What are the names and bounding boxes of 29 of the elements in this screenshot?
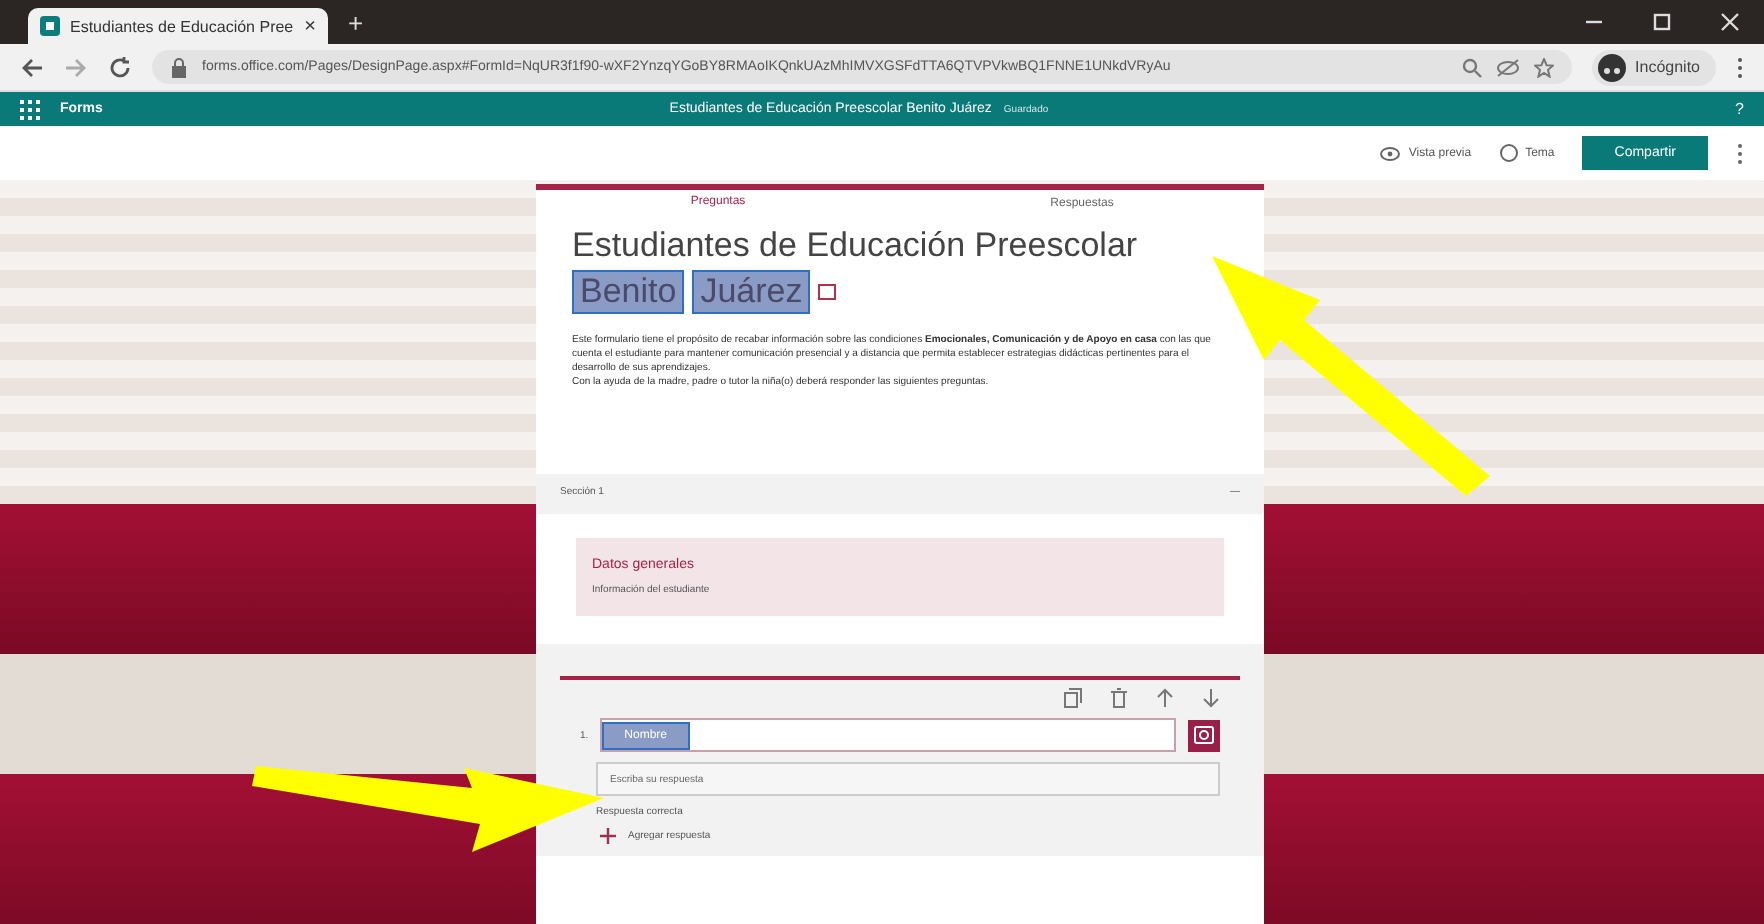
form-title[interactable]: Estudiantes de Educación Preescolar xyxy=(572,226,1138,266)
maximize-icon[interactable] xyxy=(1652,12,1672,32)
browser-tab[interactable]: Estudiantes de Educación Pree × xyxy=(28,8,328,44)
tab-title: Estudiantes de Educación Pree xyxy=(70,17,295,35)
new-tab-button[interactable]: + xyxy=(348,7,364,37)
more-options-icon[interactable] xyxy=(1736,141,1744,165)
reload-icon[interactable] xyxy=(108,55,132,79)
insert-image-button[interactable] xyxy=(1188,719,1220,751)
back-arrow-icon[interactable] xyxy=(20,55,44,79)
forms-logo-icon[interactable] xyxy=(40,16,60,36)
eye-icon[interactable] xyxy=(1380,145,1401,161)
image-icon[interactable] xyxy=(818,284,837,300)
palette-icon[interactable] xyxy=(1499,144,1518,162)
more-options-icon[interactable] xyxy=(1736,55,1744,79)
app-launcher-icon[interactable] xyxy=(20,99,40,119)
plus-icon[interactable] xyxy=(600,828,616,844)
close-icon[interactable] xyxy=(1720,12,1740,32)
star-icon[interactable] xyxy=(1533,57,1554,77)
incognito-profile-button[interactable]: Incógnito xyxy=(1591,49,1716,85)
help-button[interactable]: ? xyxy=(1735,100,1744,118)
eye-slash-icon[interactable] xyxy=(1495,57,1520,77)
copy-icon[interactable] xyxy=(1064,688,1082,708)
search-icon[interactable] xyxy=(1461,57,1482,77)
trash-icon[interactable] xyxy=(1110,688,1128,708)
lock-icon[interactable] xyxy=(170,57,188,77)
arrow-up-icon[interactable] xyxy=(1156,688,1174,708)
arrow-down-icon[interactable] xyxy=(1202,688,1220,708)
incognito-icon[interactable] xyxy=(1597,53,1626,81)
close-tab-button[interactable]: × xyxy=(304,15,316,37)
